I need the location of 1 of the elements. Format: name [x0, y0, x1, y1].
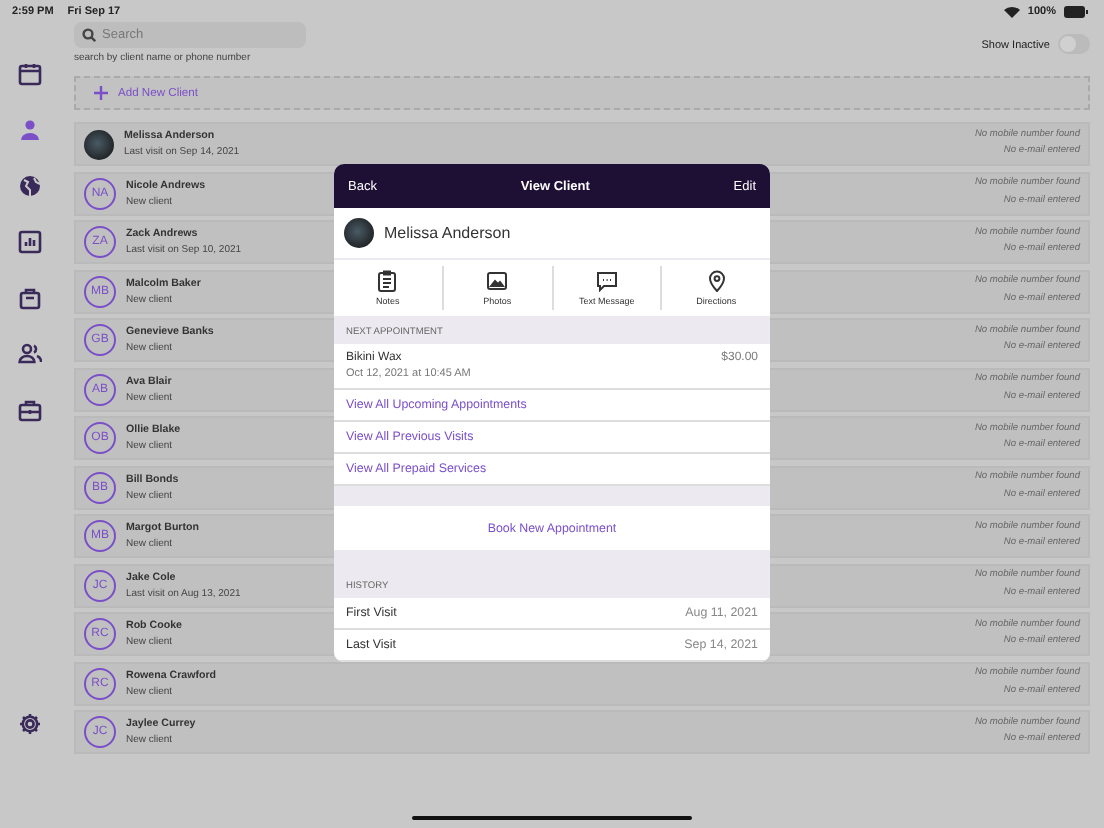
client-name: Melissa Anderson — [384, 224, 511, 242]
